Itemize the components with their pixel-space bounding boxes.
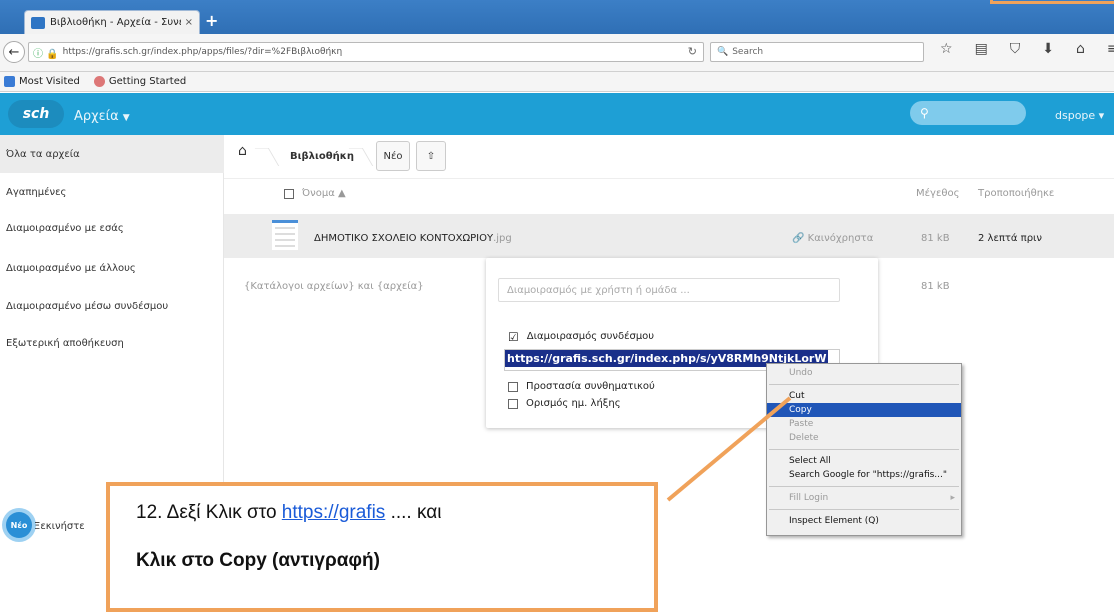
annotation-line-2: Κλικ στο Copy (αντιγραφή) [136,550,380,571]
download-icon[interactable]: ⬇ [1042,41,1054,57]
menu-separator [769,449,959,450]
getting-started-text[interactable]: Ξεκινήστε [34,521,85,532]
sidebar-item-shared-with-you[interactable]: Διαμοιρασμένο με εσάς [0,209,224,247]
new-badge-icon[interactable]: Νέο [6,512,32,538]
browser-toolbar-icons: ☆ ▤ ⛉ ⬇ ⌂ ≡ [940,41,1114,57]
sidebar-item-all-files[interactable]: Όλα τα αρχεία [0,135,224,173]
user-menu[interactable]: dspope ▾ [1055,109,1104,122]
menu-item-fill-login[interactable]: Fill Login ▸ [767,491,961,505]
home-icon[interactable]: ⌂ [238,143,247,159]
select-all-checkbox[interactable] [284,189,294,199]
menu-item-inspect-element[interactable]: Inspect Element (Q) [767,514,961,528]
link-icon: 🔗 [792,233,805,244]
address-bar[interactable]: ⓘ 🔒 https://grafis.sch.gr/index.php/apps… [28,42,704,62]
annotation-frame-corner [990,0,1114,4]
back-button[interactable]: ← [3,41,25,63]
column-size[interactable]: Μέγεθος [916,188,959,199]
tab-favicon-icon [31,16,45,29]
file-size: 81 kB [921,233,950,244]
summary-size: 81 kB [921,281,950,292]
menu-separator [769,486,959,487]
bookmarks-bar: Most Visited Getting Started [0,72,1114,92]
bookmark-star-icon[interactable]: ☆ [940,41,953,57]
app-search-input[interactable]: ⚲ [910,101,1026,125]
reload-icon[interactable]: ↻ [688,45,697,58]
sidebar-item-favorites[interactable]: Αγαπημένες [0,173,224,211]
lock-icon: ⓘ 🔒 [33,48,59,60]
file-name[interactable]: ΔΗΜΟΤΙΚΟ ΣΧΟΛΕΙΟ ΚΟΝΤΟΧΩΡΙΟΥ.jpg [314,233,512,244]
menu-separator [769,509,959,510]
password-option[interactable]: Προστασία συνθηματικού [508,381,655,392]
file-modified: 2 λεπτά πριν [978,233,1043,244]
getting-started-icon [93,76,105,87]
bookmark-most-visited[interactable]: Most Visited [4,76,80,87]
expiry-checkbox[interactable] [508,398,518,409]
annotation-link: https://grafis [281,502,386,523]
context-menu: Undo Cut Copy Paste Delete Select All Se… [766,363,962,536]
back-arrow-icon: ← [8,44,20,60]
search-icon: 🔍 [717,47,729,57]
new-button[interactable]: Νέο [376,141,410,171]
menu-item-copy[interactable]: Copy [767,403,961,417]
password-checkbox[interactable] [508,381,518,392]
menu-item-undo[interactable]: Undo [767,366,961,380]
annotation-callout: 12. Δεξί Κλικ στο https://grafis .... κα… [106,482,658,612]
search-icon: ⚲ [920,106,929,120]
bookmark-getting-started[interactable]: Getting Started [93,76,186,87]
sidebar-item-shared-with-others[interactable]: Διαμοιρασμένο με άλλους [0,249,224,287]
link-share-checkbox[interactable]: ☑ [508,331,519,343]
expiry-option[interactable]: Ορισμός ημ. λήξης [508,398,621,409]
upload-icon: ⇧ [426,150,436,162]
sidebar-item-external-storage[interactable]: Εξωτερική αποθήκευση [0,324,224,362]
annotation-line-1: 12. Δεξί Κλικ στο https://grafis .... κα… [136,502,442,523]
bookmarks-menu-icon[interactable]: ▤ [975,41,988,57]
app-logo[interactable]: sch [8,100,64,128]
menu-item-delete[interactable]: Delete [767,431,961,445]
most-visited-icon [4,76,15,87]
tab-close-icon[interactable]: × [185,17,193,28]
menu-item-search-google[interactable]: Search Google for "https://grafis..." [767,468,961,482]
breadcrumb-library[interactable]: Βιβλιοθήκη [290,151,354,162]
browser-tab[interactable]: Βιβλιοθήκη - Αρχεία - Συνεργ... × [24,10,200,34]
share-with-user-input[interactable]: Διαμοιρασμός με χρήστη ή ομάδα ... [498,278,840,302]
app-title: Αρχεία [74,109,119,124]
menu-item-cut[interactable]: Cut [767,389,961,403]
files-summary: {Κατάλογοι αρχείων} και {αρχεία} [244,281,424,292]
menu-item-select-all[interactable]: Select All [767,454,961,468]
hamburger-menu-icon[interactable]: ≡ [1107,41,1114,57]
column-modified[interactable]: Τροποποιήθηκε [978,188,1054,199]
search-placeholder: Search [732,47,764,57]
chevron-right-icon: ▸ [950,493,955,503]
new-tab-button[interactable]: + [205,11,218,30]
home-icon[interactable]: ⌂ [1076,41,1085,57]
app-menu[interactable]: Αρχεία ▼ [74,109,130,124]
column-name[interactable]: Όνομα ▲ [302,188,346,199]
browser-search-field[interactable]: 🔍 Search [710,42,924,62]
upload-button[interactable]: ⇧ [416,141,446,171]
file-thumbnail[interactable] [272,220,298,250]
tab-title: Βιβλιοθήκη - Αρχεία - Συνεργ... [50,17,181,28]
pocket-icon[interactable]: ⛉ [1010,41,1021,57]
link-share-option[interactable]: ☑ Διαμοιρασμός συνδέσμου [508,331,654,343]
url-text: https://grafis.sch.gr/index.php/apps/fil… [62,47,343,57]
chevron-down-icon: ▼ [122,113,130,123]
file-share-link[interactable]: 🔗 Καινόχρηστα [792,233,873,244]
sidebar-item-shared-by-link[interactable]: Διαμοιρασμένο μέσω συνδέσμου [0,287,224,325]
menu-separator [769,384,959,385]
menu-item-paste[interactable]: Paste [767,417,961,431]
